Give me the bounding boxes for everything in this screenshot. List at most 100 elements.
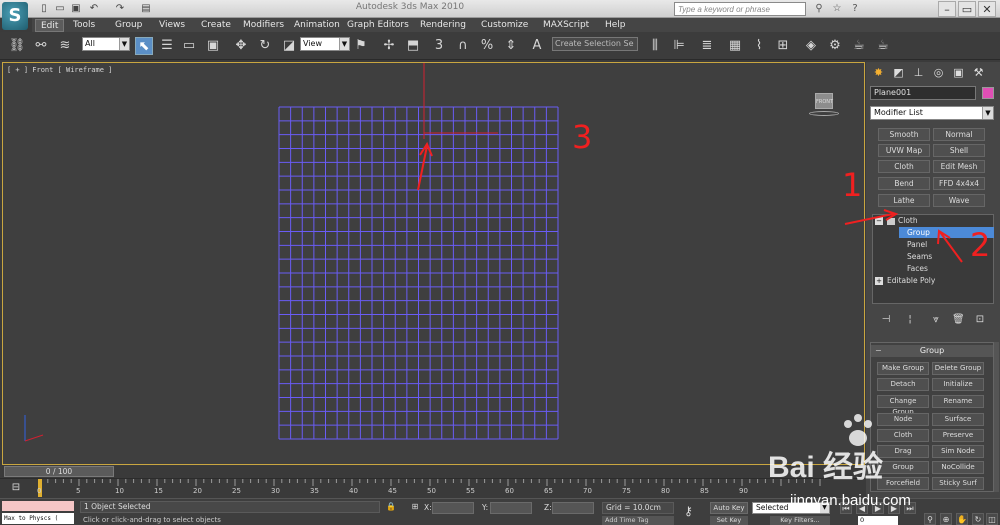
keyboard-shortcut-override-icon[interactable]: ⬒: [404, 37, 422, 55]
modifier-wave-button[interactable]: Wave: [933, 194, 985, 207]
track-bar[interactable]: ⊟ 0 5 10 15 20 25 30 35 40 45 50 55 60 65 70 75 80 85 90: [0, 478, 866, 498]
select-manipulate-icon[interactable]: ✢: [380, 37, 398, 55]
delete-group-button[interactable]: Delete Group: [932, 362, 984, 375]
selection-filter-dropdown[interactable]: All ▼: [82, 37, 130, 51]
menu-views[interactable]: Views: [154, 19, 190, 32]
save-icon[interactable]: ▣: [70, 3, 82, 15]
menu-modifiers[interactable]: Modifiers: [238, 19, 289, 32]
modifier-ffd-button[interactable]: FFD 4x4x4: [933, 177, 985, 190]
modifier-shell-button[interactable]: Shell: [933, 144, 985, 157]
material-editor-icon[interactable]: ◈: [802, 37, 820, 55]
stack-item-editable-poly[interactable]: Editable Poly: [887, 275, 987, 286]
quick-render-icon[interactable]: ☕: [874, 37, 892, 55]
z-coordinate-field[interactable]: [552, 502, 594, 514]
menu-tools[interactable]: Tools: [68, 19, 100, 32]
remove-modifier-icon[interactable]: 🗑: [952, 314, 965, 326]
object-name-field[interactable]: Plane001: [870, 86, 976, 100]
key-filters-button[interactable]: Key Filters...: [770, 516, 830, 525]
percent-snap-icon[interactable]: %: [478, 37, 496, 55]
time-slider-thumb[interactable]: 0 / 100: [4, 466, 114, 477]
snaps-toggle-icon[interactable]: 3: [430, 37, 448, 55]
help-icon[interactable]: ?: [848, 2, 862, 16]
modifier-list-dropdown[interactable]: Modifier List ▼: [870, 106, 994, 120]
time-slider[interactable]: 0 / 100: [2, 466, 865, 478]
maximize-viewport-icon[interactable]: ◫: [986, 513, 998, 525]
align-icon[interactable]: ⊫: [670, 37, 688, 55]
pan-icon[interactable]: ✋: [956, 513, 968, 525]
menu-animation[interactable]: Animation: [289, 19, 345, 32]
binoculars-icon[interactable]: ⚲: [812, 2, 826, 16]
app-logo-icon[interactable]: S: [2, 2, 28, 30]
rendered-frame-window-icon[interactable]: ☕: [850, 37, 868, 55]
plane-wireframe[interactable]: [3, 63, 866, 466]
pivot-center-icon[interactable]: ⚑: [352, 37, 370, 55]
expand-icon[interactable]: +: [875, 277, 883, 285]
viewcube-front-face[interactable]: FRONT: [815, 93, 833, 109]
minimize-button[interactable]: –: [938, 1, 956, 17]
reference-coordinate-dropdown[interactable]: View ▼: [300, 37, 350, 51]
window-crossing-icon[interactable]: ▣: [204, 37, 222, 55]
menu-group[interactable]: Group: [110, 19, 147, 32]
menu-graph-editors[interactable]: Graph Editors: [342, 19, 414, 32]
key-icon[interactable]: ⚷: [684, 504, 693, 518]
front-viewport[interactable]: [ + ] Front [ Wireframe ] FRONT: [2, 62, 865, 465]
rename-button[interactable]: Rename: [932, 395, 984, 408]
modifier-edit-mesh-button[interactable]: Edit Mesh: [933, 160, 985, 173]
curve-editor-icon[interactable]: ⌇: [750, 37, 768, 55]
layer-manager-icon[interactable]: ≣: [698, 37, 716, 55]
modifier-cloth-button[interactable]: Cloth: [878, 160, 930, 173]
y-coordinate-field[interactable]: [490, 502, 532, 514]
select-by-name-icon[interactable]: ☰: [158, 37, 176, 55]
hierarchy-tab-icon[interactable]: ⊥: [910, 64, 927, 81]
angle-snap-icon[interactable]: ∩: [454, 37, 472, 55]
configure-modifier-sets-icon[interactable]: ⊡: [974, 314, 986, 326]
current-frame-field[interactable]: 0: [858, 516, 898, 525]
rectangular-selection-icon[interactable]: ▭: [180, 37, 198, 55]
close-button[interactable]: ✕: [978, 1, 996, 17]
modifier-on-icon[interactable]: [887, 217, 895, 225]
maxscript-listener-upper[interactable]: [2, 501, 74, 511]
create-tab-icon[interactable]: ✸: [870, 64, 887, 81]
absolute-mode-icon[interactable]: ⊞: [410, 502, 420, 512]
maxscript-listener-lower[interactable]: Max to Physcs (: [2, 513, 74, 524]
move-icon[interactable]: ✥: [232, 37, 250, 55]
initialize-button[interactable]: Initialize: [932, 378, 984, 391]
viewcube[interactable]: FRONT: [809, 89, 839, 116]
select-object-icon[interactable]: ⬉: [135, 37, 153, 55]
project-folder-icon[interactable]: ▤: [140, 3, 152, 15]
zoom-all-icon[interactable]: ⊕: [940, 513, 952, 525]
orbit-icon[interactable]: ↻: [972, 513, 984, 525]
zoom-icon[interactable]: ⚲: [924, 513, 936, 525]
unlink-icon[interactable]: ⚯: [32, 37, 50, 55]
track-ruler[interactable]: 0 5 10 15 20 25 30 35 40 45 50 55 60 65 70 75 80 85 90: [30, 479, 866, 499]
pin-stack-icon[interactable]: ⊣: [880, 314, 892, 326]
link-icon[interactable]: ⛓: [8, 37, 26, 55]
motion-tab-icon[interactable]: ◎: [930, 64, 947, 81]
menu-customize[interactable]: Customize: [476, 19, 533, 32]
modifier-smooth-button[interactable]: Smooth: [878, 128, 930, 141]
open-folder-icon[interactable]: ▭: [54, 3, 66, 15]
display-tab-icon[interactable]: ▣: [950, 64, 967, 81]
modifier-lathe-button[interactable]: Lathe: [878, 194, 930, 207]
open-mini-curve-editor-icon[interactable]: ⊟: [8, 482, 24, 494]
group-rollout-header[interactable]: − Group: [871, 345, 993, 357]
set-key-button[interactable]: Set Key: [710, 516, 748, 525]
detach-button[interactable]: Detach: [877, 378, 929, 391]
modifier-normal-button[interactable]: Normal: [933, 128, 985, 141]
restore-button[interactable]: ▭: [958, 1, 976, 17]
expand-collapse-icon[interactable]: −: [875, 217, 883, 225]
scale-icon[interactable]: ◪: [280, 37, 298, 55]
menu-edit[interactable]: Edit: [35, 19, 65, 32]
add-time-tag-button[interactable]: Add Time Tag: [602, 516, 674, 525]
modifier-bend-button[interactable]: Bend: [878, 177, 930, 190]
stack-subitem-faces[interactable]: Faces: [907, 263, 987, 274]
menu-maxscript[interactable]: MAXScript: [538, 19, 594, 32]
lock-icon[interactable]: 🔒: [386, 502, 396, 512]
make-unique-icon[interactable]: ⩔: [930, 314, 942, 326]
spinner-snap-icon[interactable]: ⇕: [502, 37, 520, 55]
render-setup-icon[interactable]: ⚙: [826, 37, 844, 55]
rotate-icon[interactable]: ↻: [256, 37, 274, 55]
x-coordinate-field[interactable]: [432, 502, 474, 514]
utilities-tab-icon[interactable]: ⚒: [970, 64, 987, 81]
menu-rendering[interactable]: Rendering: [415, 19, 471, 32]
